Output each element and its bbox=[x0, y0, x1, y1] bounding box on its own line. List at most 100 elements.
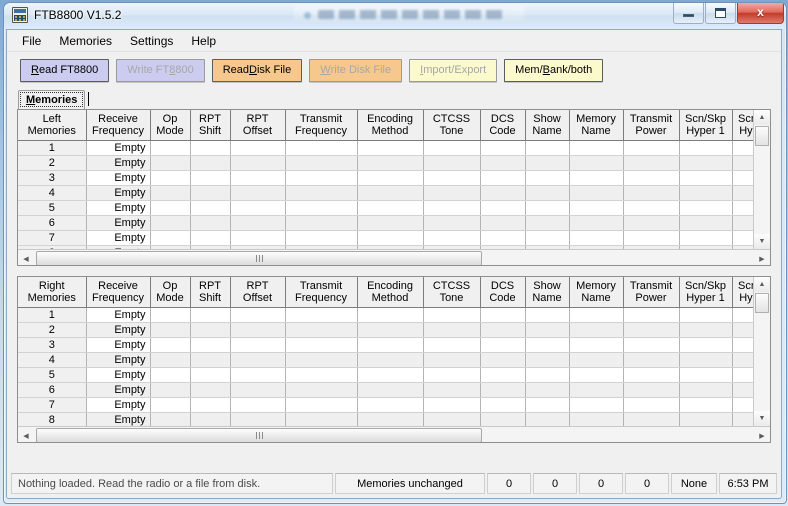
grid-cell[interactable] bbox=[569, 352, 624, 368]
table-row[interactable]: 4 Empty bbox=[18, 185, 753, 201]
right-vscroll-thumb[interactable] bbox=[755, 293, 769, 313]
grid-cell[interactable] bbox=[285, 352, 358, 368]
grid-cell[interactable] bbox=[285, 307, 358, 323]
grid-cell[interactable] bbox=[732, 170, 753, 186]
scroll-left-icon[interactable]: ◀ bbox=[18, 428, 34, 442]
row-index-cell[interactable]: 1 bbox=[18, 307, 87, 323]
row-index-cell[interactable]: 5 bbox=[18, 200, 87, 216]
grid-cell[interactable] bbox=[732, 322, 753, 338]
grid-cell[interactable] bbox=[525, 307, 570, 323]
receive-frequency-cell[interactable]: Empty bbox=[86, 170, 151, 186]
table-row[interactable]: 1 Empty bbox=[18, 140, 753, 156]
column-header[interactable]: Encoding Method bbox=[357, 277, 424, 308]
grid-cell[interactable] bbox=[150, 230, 191, 246]
grid-cell[interactable] bbox=[623, 185, 680, 201]
read-disk-file-button[interactable]: Read Disk File bbox=[211, 58, 303, 82]
table-row[interactable]: 3 Empty bbox=[18, 170, 753, 186]
grid-cell[interactable] bbox=[423, 337, 481, 353]
column-header[interactable]: Show Name bbox=[525, 110, 570, 141]
column-header[interactable]: CTCSS Tone bbox=[423, 110, 481, 141]
grid-cell[interactable] bbox=[569, 412, 624, 426]
grid-cell[interactable] bbox=[525, 230, 570, 246]
grid-cell[interactable] bbox=[423, 170, 481, 186]
grid-cell[interactable] bbox=[569, 367, 624, 383]
grid-cell[interactable] bbox=[480, 382, 526, 398]
row-index-cell[interactable]: 7 bbox=[18, 230, 87, 246]
right-hscroll-track[interactable] bbox=[34, 428, 754, 442]
grid-cell[interactable] bbox=[480, 367, 526, 383]
grid-cell[interactable] bbox=[623, 155, 680, 171]
grid-cell[interactable] bbox=[230, 170, 286, 186]
table-row[interactable]: 5 Empty bbox=[18, 200, 753, 216]
grid-cell[interactable] bbox=[569, 337, 624, 353]
grid-cell[interactable] bbox=[230, 352, 286, 368]
grid-cell[interactable] bbox=[357, 185, 424, 201]
grid-cell[interactable] bbox=[525, 382, 570, 398]
receive-frequency-cell[interactable]: Empty bbox=[86, 412, 151, 426]
grid-cell[interactable] bbox=[732, 307, 753, 323]
grid-cell[interactable] bbox=[679, 367, 733, 383]
grid-cell[interactable] bbox=[679, 382, 733, 398]
grid-cell[interactable] bbox=[732, 185, 753, 201]
scroll-left-icon[interactable]: ◀ bbox=[18, 251, 34, 265]
grid-cell[interactable] bbox=[150, 215, 191, 231]
column-header[interactable]: Scn/SkpHyper 2 bbox=[732, 277, 753, 308]
grid-cell[interactable] bbox=[732, 382, 753, 398]
column-header[interactable]: Memory Name bbox=[569, 277, 624, 308]
grid-cell[interactable] bbox=[357, 230, 424, 246]
column-header[interactable]: Op Mode bbox=[150, 110, 191, 141]
grid-cell[interactable] bbox=[569, 185, 624, 201]
table-row[interactable]: 7 Empty bbox=[18, 230, 753, 246]
grid-cell[interactable] bbox=[230, 230, 286, 246]
grid-cell[interactable] bbox=[190, 337, 231, 353]
receive-frequency-cell[interactable]: Empty bbox=[86, 215, 151, 231]
receive-frequency-cell[interactable]: Empty bbox=[86, 352, 151, 368]
table-row[interactable]: 3 Empty bbox=[18, 337, 753, 353]
mem-bank-both-button[interactable]: Mem/Bank/both bbox=[504, 58, 604, 82]
column-header[interactable]: Right Memories bbox=[18, 277, 87, 308]
row-index-cell[interactable]: 2 bbox=[18, 155, 87, 171]
grid-cell[interactable] bbox=[150, 170, 191, 186]
grid-cell[interactable] bbox=[357, 412, 424, 426]
grid-cell[interactable] bbox=[150, 307, 191, 323]
menu-item-file[interactable]: File bbox=[13, 31, 50, 51]
column-header[interactable]: Encoding Method bbox=[357, 110, 424, 141]
table-row[interactable]: 4 Empty bbox=[18, 352, 753, 368]
grid-cell[interactable] bbox=[480, 170, 526, 186]
table-row[interactable]: 2 Empty bbox=[18, 155, 753, 171]
grid-cell[interactable] bbox=[285, 322, 358, 338]
grid-cell[interactable] bbox=[525, 337, 570, 353]
grid-cell[interactable] bbox=[423, 367, 481, 383]
grid-cell[interactable] bbox=[732, 412, 753, 426]
grid-cell[interactable] bbox=[623, 352, 680, 368]
grid-cell[interactable] bbox=[423, 382, 481, 398]
grid-cell[interactable] bbox=[569, 382, 624, 398]
table-row[interactable]: 6 Empty bbox=[18, 215, 753, 231]
grid-cell[interactable] bbox=[357, 140, 424, 156]
left-hscroll-track[interactable] bbox=[34, 251, 754, 265]
grid-cell[interactable] bbox=[679, 140, 733, 156]
grid-cell[interactable] bbox=[357, 337, 424, 353]
grid-cell[interactable] bbox=[230, 367, 286, 383]
receive-frequency-cell[interactable]: Empty bbox=[86, 307, 151, 323]
grid-cell[interactable] bbox=[357, 307, 424, 323]
column-header[interactable]: CTCSS Tone bbox=[423, 277, 481, 308]
grid-cell[interactable] bbox=[679, 352, 733, 368]
grid-cell[interactable] bbox=[623, 322, 680, 338]
grid-cell[interactable] bbox=[480, 215, 526, 231]
table-row[interactable]: 7 Empty bbox=[18, 397, 753, 413]
grid-cell[interactable] bbox=[423, 307, 481, 323]
grid-cell[interactable] bbox=[732, 140, 753, 156]
receive-frequency-cell[interactable]: Empty bbox=[86, 367, 151, 383]
row-index-cell[interactable]: 4 bbox=[18, 352, 87, 368]
column-header[interactable]: DCS Code bbox=[480, 110, 526, 141]
receive-frequency-cell[interactable]: Empty bbox=[86, 337, 151, 353]
grid-cell[interactable] bbox=[679, 322, 733, 338]
grid-cell[interactable] bbox=[357, 155, 424, 171]
column-header[interactable]: Op Mode bbox=[150, 277, 191, 308]
grid-cell[interactable] bbox=[480, 337, 526, 353]
grid-cell[interactable] bbox=[569, 155, 624, 171]
grid-cell[interactable] bbox=[285, 367, 358, 383]
grid-cell[interactable] bbox=[357, 352, 424, 368]
grid-cell[interactable] bbox=[230, 155, 286, 171]
